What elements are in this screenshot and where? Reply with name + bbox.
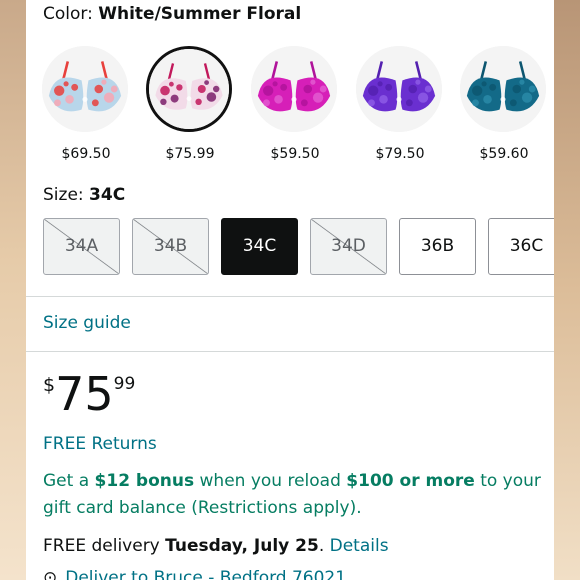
deliver-to-location[interactable]: ⊙ Deliver to Bruce - Bedford 76021 xyxy=(43,568,346,580)
size-value: 34C xyxy=(89,185,126,205)
color-swatch[interactable]: $69.50 xyxy=(34,46,138,166)
bra-purple-lace-icon-graphic xyxy=(356,46,442,132)
background-left xyxy=(0,0,26,580)
color-swatch[interactable]: $79.50 xyxy=(348,46,452,166)
size-option-label: 36C xyxy=(509,236,544,256)
size-option-34c[interactable]: 34C xyxy=(221,218,298,275)
divider xyxy=(26,296,554,297)
swatch-price: $75.99 xyxy=(165,146,215,162)
size-option-label: 34D xyxy=(331,236,366,256)
size-label: Size: xyxy=(43,185,84,205)
bra-white-summer-floral-icon xyxy=(146,46,232,132)
bra-magenta-icon-graphic xyxy=(251,46,337,132)
bra-light-blue-floral-icon-graphic xyxy=(42,46,128,132)
bonus-text: Get a xyxy=(43,471,95,491)
delivery-suffix: . xyxy=(318,536,330,556)
size-option-34b[interactable]: 34B xyxy=(132,218,209,275)
product-options-panel: Color: White/Summer Floral $69.50 $75.99… xyxy=(26,0,554,580)
color-swatches: $69.50 $75.99 $59.50 $79.50 $59.60 xyxy=(26,46,554,166)
bra-teal-lace-icon xyxy=(460,46,546,132)
color-swatch[interactable]: $75.99 xyxy=(138,46,242,166)
size-option-label: 34A xyxy=(64,236,99,256)
bra-light-blue-floral-icon xyxy=(42,46,128,132)
color-swatch[interactable]: $59.50 xyxy=(243,46,347,166)
delivery-details-link[interactable]: Details xyxy=(330,536,389,556)
swatch-price: $59.50 xyxy=(270,146,320,162)
price-fraction: 99 xyxy=(113,374,136,394)
size-options: 34A 34B 34C 34D 36B 36C xyxy=(43,218,554,276)
size-option-34d[interactable]: 34D xyxy=(310,218,387,275)
bra-purple-lace-icon xyxy=(356,46,442,132)
size-option-36c[interactable]: 36C xyxy=(488,218,554,275)
size-option-36b[interactable]: 36B xyxy=(399,218,476,275)
size-option-34a[interactable]: 34A xyxy=(43,218,120,275)
color-swatch[interactable]: $59.60 xyxy=(452,46,554,166)
swatch-price: $79.50 xyxy=(375,146,425,162)
bra-magenta-icon xyxy=(251,46,337,132)
size-option-label: 36B xyxy=(420,236,455,256)
delivery-prefix: FREE delivery xyxy=(43,536,166,556)
bra-white-summer-floral-icon-graphic xyxy=(149,49,229,129)
location-pin-icon: ⊙ xyxy=(43,568,58,580)
gift-card-bonus-link[interactable]: Get a $12 bonus when you reload $100 or … xyxy=(43,468,543,522)
color-selection-label: Color: White/Summer Floral xyxy=(43,4,301,24)
color-label: Color: xyxy=(43,4,93,24)
swatch-price: $59.60 xyxy=(479,146,529,162)
delivery-date: Tuesday, July 25 xyxy=(165,536,319,556)
size-option-label: 34C xyxy=(242,236,277,256)
bonus-amount: $12 bonus xyxy=(94,471,195,491)
deliver-to-text: Deliver to Bruce - Bedford 76021 xyxy=(65,568,347,580)
swatch-price: $69.50 xyxy=(61,146,111,162)
reload-amount: $100 or more xyxy=(346,471,475,491)
free-returns-link[interactable]: FREE Returns xyxy=(43,434,157,454)
size-selection-label: Size: 34C xyxy=(43,185,125,205)
color-value: White/Summer Floral xyxy=(98,4,302,24)
size-guide-link[interactable]: Size guide xyxy=(43,313,131,333)
price: $7599 xyxy=(43,368,135,420)
price-symbol: $ xyxy=(43,374,56,396)
bra-teal-lace-icon-graphic xyxy=(460,46,546,132)
size-option-label: 34B xyxy=(153,236,188,256)
bonus-text: when you reload xyxy=(194,471,347,491)
delivery-info: FREE delivery Tuesday, July 25. Details xyxy=(43,536,389,556)
price-whole: 75 xyxy=(55,367,114,421)
background-right xyxy=(554,0,580,580)
divider xyxy=(26,351,554,352)
